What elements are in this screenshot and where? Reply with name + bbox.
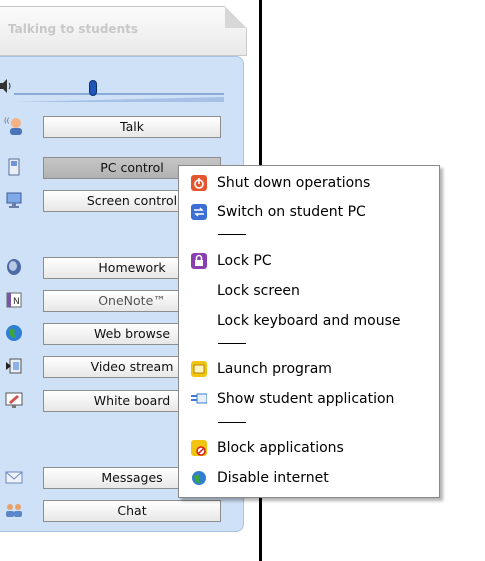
menu-separator [218,422,246,423]
menu-item-lock-pc[interactable]: Lock PC [179,249,439,273]
pc-control-context-menu: Shut down operations Switch on student P… [178,165,440,498]
globe-icon [191,470,207,486]
messages-icon [4,467,24,487]
web-browse-icon [4,323,24,343]
svg-text:N: N [13,297,20,307]
menu-item-switch-on-student-pc[interactable]: Switch on student PC [179,200,439,224]
talk-icon: (( [4,116,24,136]
screen-control-icon [4,190,24,210]
talk-button[interactable]: Talk [43,116,221,138]
volume-slider-handle[interactable] [89,80,97,96]
menu-item-lock-screen[interactable]: Lock screen [179,279,439,303]
menu-item-block-applications[interactable]: Block applications [179,436,439,460]
chat-button[interactable]: Chat [43,500,221,522]
volume-wedge [14,88,224,102]
menu-item-lock-keyboard-and-mouse[interactable]: Lock keyboard and mouse [179,309,439,333]
menu-item-disable-internet[interactable]: Disable internet [179,466,439,490]
switch-on-icon [191,204,207,220]
block-applications-icon [191,440,207,456]
panel-title: Talking to students [8,22,138,36]
menu-item-launch-program[interactable]: Launch program [179,357,439,381]
menu-separator [218,234,246,235]
menu-item-show-student-application[interactable]: Show student application [179,387,439,411]
lock-icon [191,253,207,269]
white-board-icon [4,390,24,410]
show-application-icon [191,391,208,407]
speaker-icon [0,78,12,97]
launch-program-icon [191,361,207,377]
power-icon [191,175,207,191]
pc-control-icon [4,157,24,177]
video-stream-icon [4,356,24,376]
homework-icon [4,257,24,277]
menu-separator [218,343,246,344]
menu-item-shut-down-operations[interactable]: Shut down operations [179,171,439,195]
onenote-icon: N [4,290,24,310]
svg-text:((: (( [4,117,10,125]
chat-icon [4,500,24,520]
